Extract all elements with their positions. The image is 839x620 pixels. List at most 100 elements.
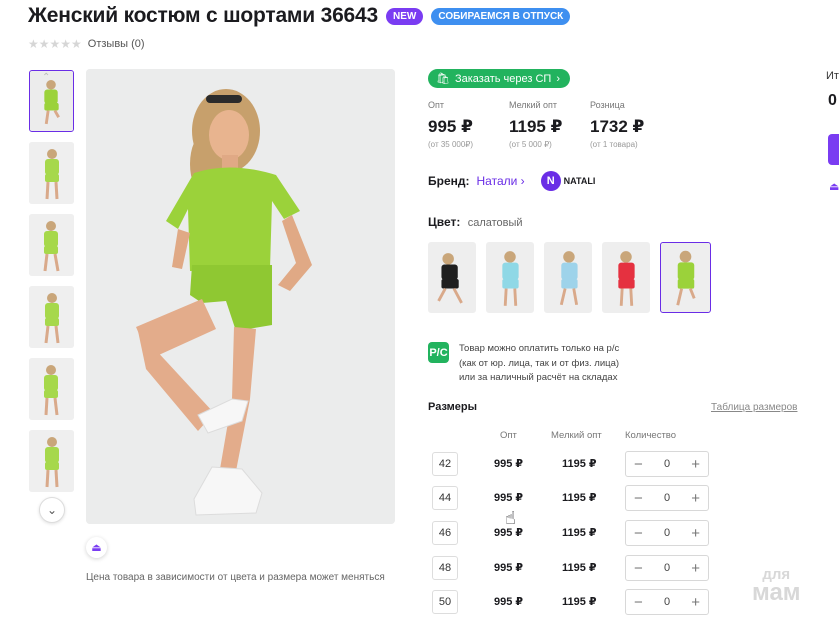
price-value: 1195 ₽ xyxy=(509,117,563,136)
brand-name: Натали xyxy=(476,174,518,188)
column-header-quantity: Количество xyxy=(625,430,677,441)
swatch-image xyxy=(545,243,591,312)
payment-text: Товар можно оплатить только на р/с (как … xyxy=(459,342,619,386)
minus-button[interactable]: − xyxy=(634,561,643,576)
color-swatch-red[interactable] xyxy=(602,242,650,313)
thumbnail[interactable] xyxy=(29,430,74,492)
price-wholesale: Опт 995 ₽ (от 35 000₽) xyxy=(428,100,509,149)
size-small-opt-price: 1195 ₽ xyxy=(562,458,597,470)
thumbnail[interactable] xyxy=(29,142,74,204)
thumbnail[interactable] xyxy=(29,70,74,132)
color-row: Цвет: салатовый xyxy=(428,215,523,229)
size-row: 46 995 ₽ 1195 ₽ − 0 + xyxy=(432,520,712,546)
try-on-button[interactable]: ⏏ xyxy=(86,537,107,558)
price-label: Опт xyxy=(428,100,444,110)
size-opt-price: 995 ₽ xyxy=(494,562,524,574)
payment-line: Товар можно оплатить только на р/с xyxy=(459,343,620,354)
quantity-stepper: − 0 + xyxy=(625,555,709,581)
price-condition: (от 5 000 ₽) xyxy=(509,140,552,149)
thumbnails-scroll-down-button[interactable]: ⌄ xyxy=(39,497,65,523)
plus-button[interactable]: + xyxy=(691,561,700,576)
thumbnail[interactable] xyxy=(29,286,74,348)
brand-row: Бренд: Натали › N NATALI xyxy=(428,171,595,191)
size-label: 48 xyxy=(432,556,458,580)
thumbnail-image xyxy=(29,214,74,276)
minus-button[interactable]: − xyxy=(634,457,643,472)
order-sp-button[interactable]: 🛍 Заказать через СП › xyxy=(428,69,570,88)
size-row: 50 995 ₽ 1195 ₽ − 0 + xyxy=(432,589,712,615)
quantity-stepper: − 0 + xyxy=(625,451,709,477)
size-label: 42 xyxy=(432,452,458,476)
swatch-image xyxy=(603,243,649,312)
quantity-value[interactable]: 0 xyxy=(664,492,670,504)
color-swatch-black[interactable] xyxy=(428,242,476,313)
product-title: Женский костюм с шортами 36643 xyxy=(28,4,378,27)
color-swatch-salad[interactable] xyxy=(660,242,711,313)
total-label: Ит xyxy=(826,70,839,82)
price-condition: (от 1 товара) xyxy=(590,140,638,149)
plus-button[interactable]: + xyxy=(691,595,700,610)
chevron-down-icon: ⌄ xyxy=(46,503,58,517)
plus-button[interactable]: + xyxy=(691,457,700,472)
quantity-value[interactable]: 0 xyxy=(664,562,670,574)
watermark-logo: для мам xyxy=(752,567,801,606)
color-label: Цвет: xyxy=(428,215,461,229)
quantity-value[interactable]: 0 xyxy=(664,527,670,539)
thumbnail-image xyxy=(30,71,73,131)
size-small-opt-price: 1195 ₽ xyxy=(562,492,597,504)
quantity-stepper: − 0 + xyxy=(625,485,709,511)
brand-logo[interactable]: N NATALI xyxy=(540,171,596,191)
quantity-value[interactable]: 0 xyxy=(664,596,670,608)
quantity-value[interactable]: 0 xyxy=(664,458,670,470)
quantity-stepper: − 0 + xyxy=(625,520,709,546)
size-row: 44 995 ₽ 1195 ₽ − 0 + xyxy=(432,485,712,511)
main-product-photo[interactable] xyxy=(86,69,395,524)
size-opt-price: 995 ₽ xyxy=(494,458,524,470)
swatch-image xyxy=(429,243,475,312)
size-small-opt-price: 1195 ₽ xyxy=(562,562,597,574)
column-header-small-opt: Мелкий опт xyxy=(551,430,602,441)
minus-button[interactable]: − xyxy=(634,595,643,610)
payment-line: (как от юр. лица, так и от физ. лица) xyxy=(459,357,620,369)
thumbnail-list xyxy=(29,70,75,502)
watermark-line: мам xyxy=(752,578,801,606)
price-block: Опт 995 ₽ (от 35 000₽) Мелкий опт 1195 ₽… xyxy=(428,100,671,149)
size-chart-link[interactable]: Таблица размеров xyxy=(711,402,797,413)
chevron-right-icon: › xyxy=(556,72,560,85)
minus-button[interactable]: − xyxy=(634,526,643,541)
chevron-up-icon[interactable]: ⌃ xyxy=(42,72,50,83)
add-to-cart-button[interactable] xyxy=(828,134,839,165)
price-label: Розница xyxy=(590,100,625,110)
brand-label: Бренд: xyxy=(428,174,470,188)
swatch-image xyxy=(662,243,709,312)
reviews-link[interactable]: Отзывы (0) xyxy=(88,38,145,50)
size-label: 46 xyxy=(432,521,458,545)
thumbnail[interactable] xyxy=(29,214,74,276)
cart-icon: 🛍 xyxy=(436,73,450,85)
minus-button[interactable]: − xyxy=(634,491,643,506)
size-row: 42 995 ₽ 1195 ₽ − 0 + xyxy=(432,451,712,477)
thumbnail-image xyxy=(29,358,74,420)
color-swatch-blue[interactable] xyxy=(544,242,592,313)
price-note: Цена товара в зависимости от цвета и раз… xyxy=(86,572,385,583)
price-label: Мелкий опт xyxy=(509,100,558,110)
thumbnail-image xyxy=(29,430,74,492)
price-value: 1732 ₽ xyxy=(590,117,645,136)
title-row: Женский костюм с шортами 36643 NEW СОБИР… xyxy=(28,4,571,28)
swatch-image xyxy=(487,243,533,312)
payment-line: или за наличный расчёт на складах xyxy=(459,372,618,383)
vacation-badge[interactable]: СОБИРАЕМСЯ В ОТПУСК xyxy=(431,7,571,25)
brand-link[interactable]: Натали › xyxy=(477,174,525,188)
bank-account-icon: Р/С xyxy=(428,342,449,363)
brand-logo-text: NATALI xyxy=(563,176,596,186)
quantity-stepper: − 0 + xyxy=(625,589,709,615)
thumbnail[interactable] xyxy=(29,358,74,420)
size-small-opt-price: 1195 ₽ xyxy=(562,596,597,608)
plus-button[interactable]: + xyxy=(691,526,700,541)
plus-button[interactable]: + xyxy=(691,491,700,506)
color-swatch-light-blue[interactable] xyxy=(486,242,534,313)
brand-logo-icon: N xyxy=(540,171,561,191)
hanger-icon[interactable]: ⏏ xyxy=(829,180,839,193)
hanger-icon: ⏏ xyxy=(91,542,102,554)
new-badge: NEW xyxy=(386,7,424,25)
